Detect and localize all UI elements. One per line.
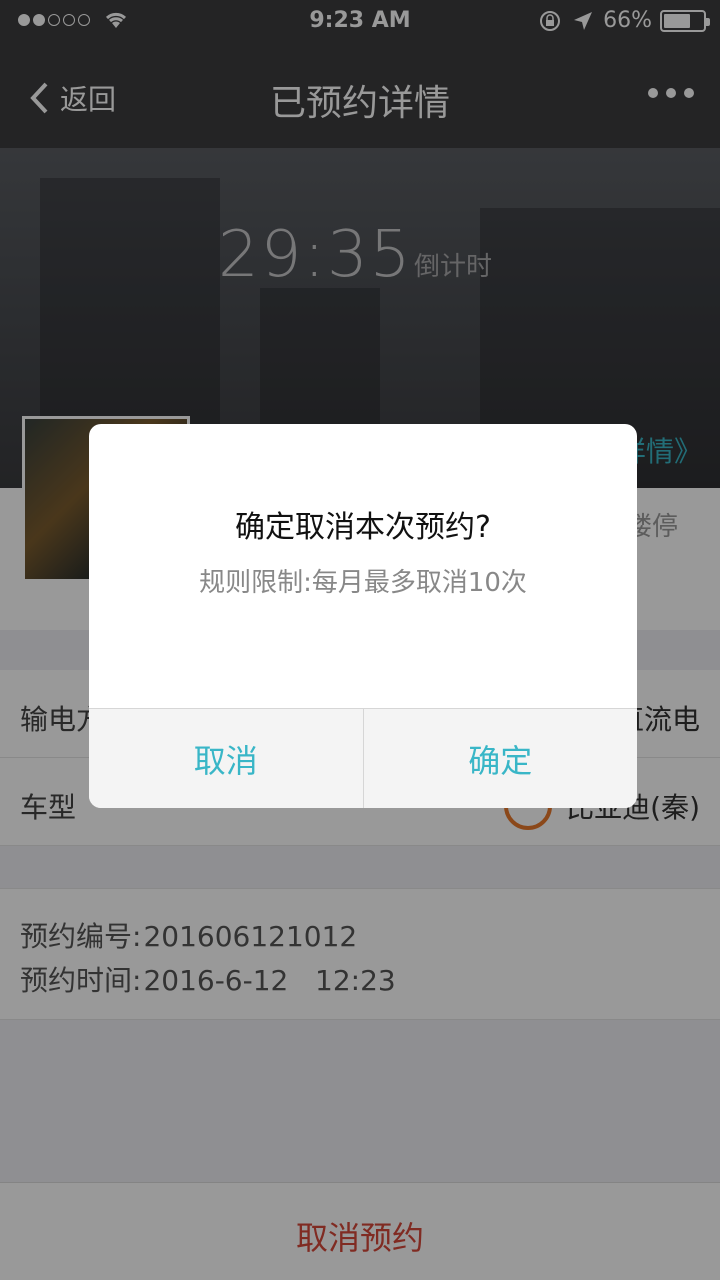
dialog-message: 规则限制:每月最多取消10次 xyxy=(199,568,527,598)
app-screen: 9:23 AM 66% 返回 已预约详情 29:35 倒计时 详情》 楼停 输电… xyxy=(0,0,720,1280)
dialog-actions: 取消 确定 xyxy=(89,708,637,808)
dialog-cancel-button[interactable]: 取消 xyxy=(89,709,363,808)
dialog-confirm-button[interactable]: 确定 xyxy=(364,709,638,808)
dialog-title: 确定取消本次预约? xyxy=(235,510,491,545)
confirm-dialog: 确定取消本次预约? 规则限制:每月最多取消10次 取消 确定 xyxy=(89,424,637,808)
